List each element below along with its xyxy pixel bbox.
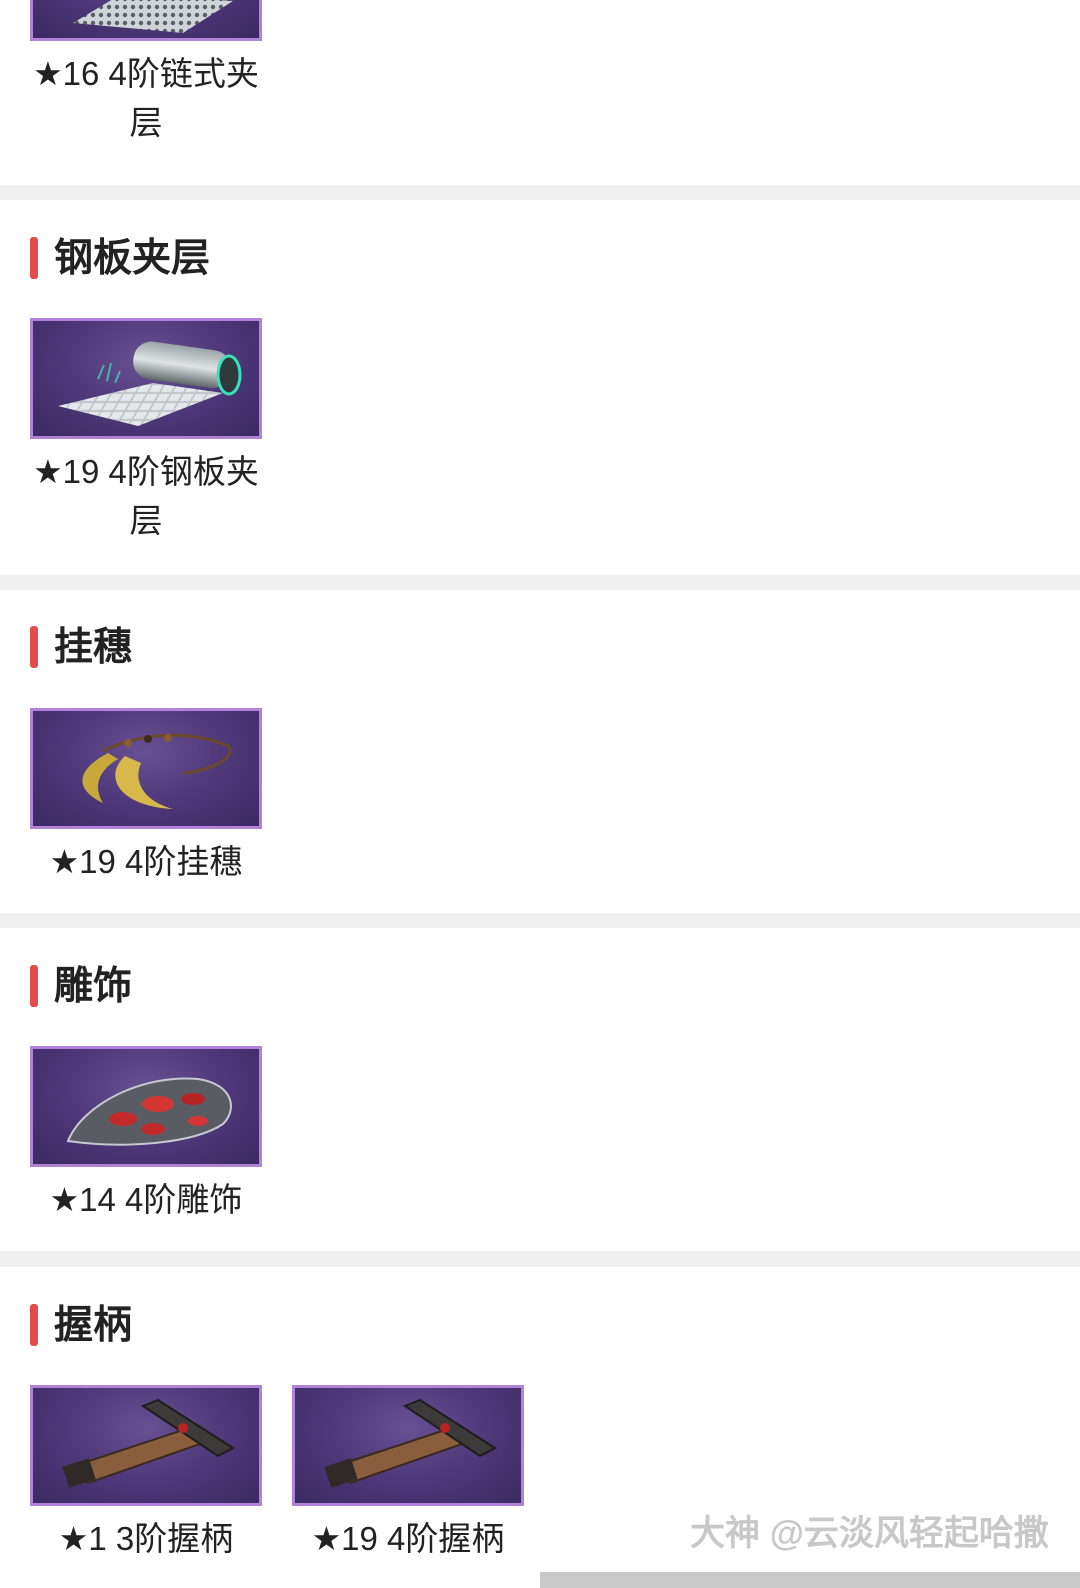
carving-icon: [66, 1077, 232, 1146]
section-chain-layer: ★16 4阶链式夹层: [0, 0, 1080, 185]
steel-plate-thumbnail: [30, 318, 262, 439]
section-title: 钢板夹层: [54, 236, 211, 280]
item-card[interactable]: ★19 4阶挂穗: [30, 708, 262, 886]
tassel-thumbnail: [30, 708, 262, 829]
item-card[interactable]: ★19 4阶握柄: [292, 1385, 524, 1563]
grip-icon: [62, 1398, 235, 1488]
section-accent-bar: [30, 237, 38, 279]
item-label: ★14 4阶雕饰: [49, 1181, 243, 1218]
chain-mail-icon: [73, 0, 233, 33]
chain-layer-thumbnail: [30, 0, 262, 41]
watermark: 大神 @云淡风轻起哈撒: [690, 1514, 1049, 1553]
section-header: 握柄: [30, 1304, 132, 1346]
grip-icon: [324, 1398, 497, 1488]
section-carving: 雕饰 ★14 4阶雕饰: [0, 928, 1080, 1251]
section-header: 挂穗: [30, 626, 132, 668]
section-accent-bar: [30, 626, 38, 668]
section-header: 雕饰: [30, 965, 132, 1007]
item-card[interactable]: ★14 4阶雕饰: [30, 1046, 262, 1224]
section-steel-plate-layer: 钢板夹层 ★19 4阶钢板夹层: [0, 200, 1080, 575]
item-label: ★16 4阶链式夹层: [33, 55, 259, 141]
item-card[interactable]: ★16 4阶链式夹层: [30, 0, 262, 147]
steel-plate-roll-icon: [58, 341, 242, 426]
section-title: 挂穗: [54, 625, 133, 669]
item-label: ★1 3阶握柄: [58, 1520, 234, 1557]
grip-thumbnail: [30, 1385, 262, 1506]
item-label: ★19 4阶挂穗: [49, 843, 243, 880]
item-label: ★19 4阶握柄: [311, 1520, 505, 1557]
section-tassel: 挂穗 ★19 4阶挂穗: [0, 590, 1080, 913]
section-accent-bar: [30, 1304, 38, 1346]
horizontal-scrollbar[interactable]: [540, 1572, 1080, 1588]
grip-thumbnail: [292, 1385, 524, 1506]
tassel-icon: [82, 733, 232, 809]
section-title: 雕饰: [54, 964, 133, 1008]
section-accent-bar: [30, 965, 38, 1007]
section-title: 握柄: [54, 1303, 133, 1347]
item-card[interactable]: ★19 4阶钢板夹层: [30, 318, 262, 545]
carving-thumbnail: [30, 1046, 262, 1167]
item-label: ★19 4阶钢板夹层: [33, 453, 259, 539]
section-header: 钢板夹层: [30, 237, 210, 279]
item-card[interactable]: ★1 3阶握柄: [30, 1385, 262, 1563]
